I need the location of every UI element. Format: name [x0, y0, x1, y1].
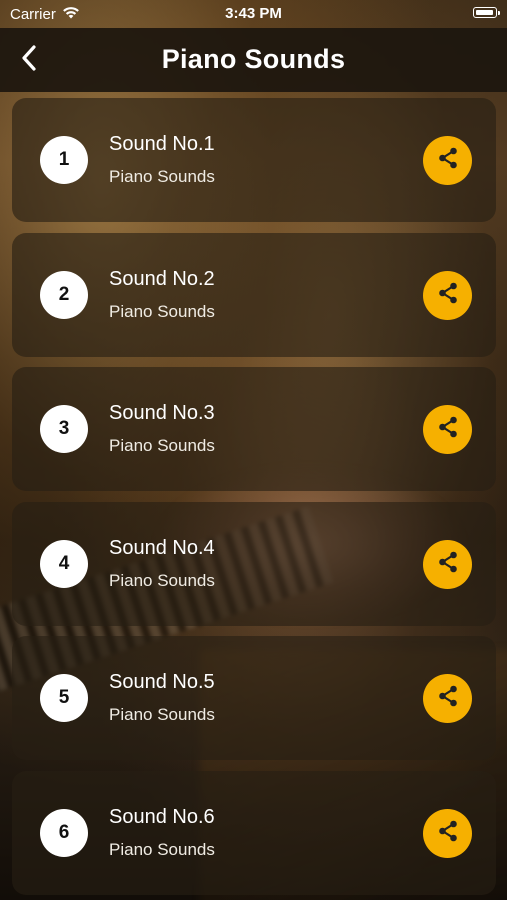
sound-subtitle: Piano Sounds [109, 301, 215, 321]
share-button[interactable] [423, 539, 472, 589]
sound-subtitle: Piano Sounds [109, 436, 215, 455]
share-button[interactable] [423, 674, 472, 723]
sound-number-badge: 5 [40, 674, 88, 722]
sound-item-1[interactable]: 1 Sound No.1 Piano Sounds [12, 98, 496, 222]
share-icon [436, 281, 460, 310]
sound-subtitle: Piano Sounds [109, 167, 215, 186]
sound-title: Sound No.4 [109, 536, 215, 559]
status-bar: Carrier 3:43 PM [0, 0, 507, 28]
share-button[interactable] [423, 270, 472, 320]
sound-subtitle: Piano Sounds [109, 570, 215, 590]
sound-item-4[interactable]: 4 Sound No.4 Piano Sounds [12, 501, 496, 626]
share-button[interactable] [423, 808, 472, 858]
sound-number-badge: 1 [40, 136, 88, 184]
navigation-bar: Piano Sounds [0, 28, 507, 92]
sound-title: Sound No.2 [109, 267, 215, 290]
sound-number-badge: 2 [40, 270, 88, 319]
sound-item-6[interactable]: 6 Sound No.6 Piano Sounds [12, 770, 496, 895]
sound-number-badge: 4 [40, 539, 88, 588]
sound-list: 1 Sound No.1 Piano Sounds 2 Sound No.2 P [12, 98, 496, 900]
share-icon [436, 415, 460, 444]
sound-number-badge: 6 [40, 808, 88, 857]
share-icon [436, 819, 460, 848]
sound-item-3[interactable]: 3 Sound No.3 Piano Sounds [12, 367, 496, 491]
sound-title: Sound No.3 [109, 402, 215, 424]
share-button[interactable] [423, 405, 472, 454]
share-icon [436, 146, 460, 175]
battery-icon [473, 7, 500, 18]
page-title: Piano Sounds [161, 44, 346, 74]
status-time: 3:43 PM [225, 5, 282, 22]
sound-title: Sound No.6 [109, 805, 215, 828]
app-screen: Carrier 3:43 PM Piano Sounds 1 Sound No.… [0, 0, 507, 900]
sound-item-2[interactable]: 2 Sound No.2 Piano Sounds [12, 232, 496, 357]
sound-subtitle: Piano Sounds [109, 705, 215, 724]
share-icon [436, 550, 460, 579]
sound-title: Sound No.1 [109, 133, 215, 155]
sound-subtitle: Piano Sounds [109, 839, 215, 859]
share-icon [436, 684, 460, 713]
share-button[interactable] [423, 136, 472, 185]
sound-item-5[interactable]: 5 Sound No.5 Piano Sounds [12, 636, 496, 760]
sound-number-badge: 3 [40, 405, 88, 453]
sound-title: Sound No.5 [109, 671, 215, 693]
